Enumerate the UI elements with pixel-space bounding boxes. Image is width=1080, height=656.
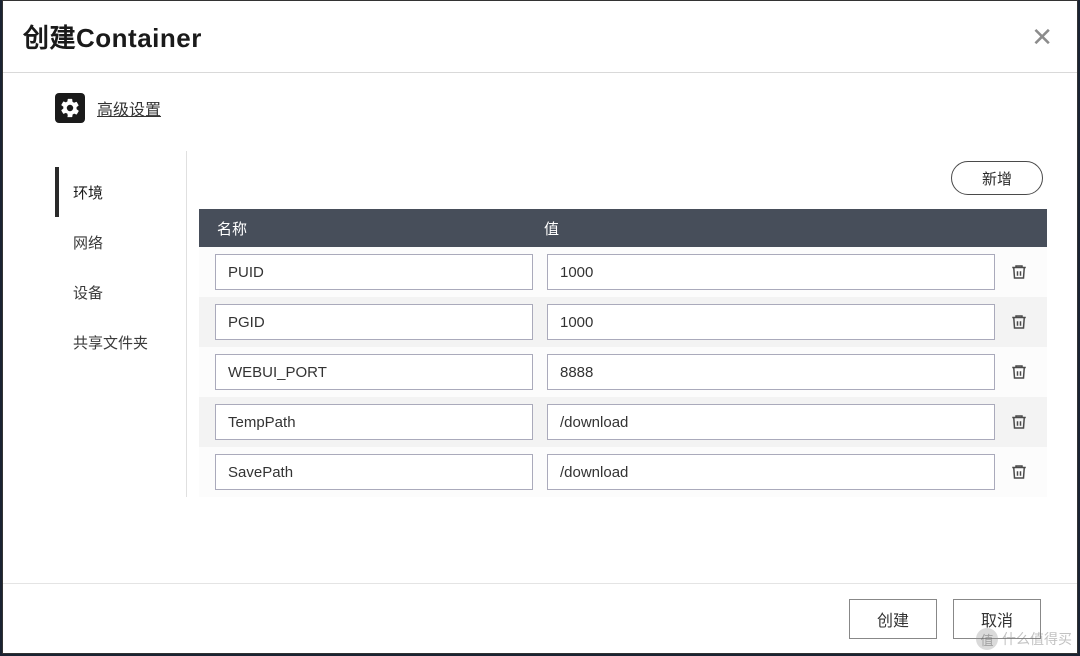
trash-icon[interactable] [995, 412, 1043, 432]
sidebar-item-0[interactable]: 环境 [55, 167, 186, 217]
sidebar-item-1[interactable]: 网络 [55, 217, 186, 267]
dialog-body: 高级设置 环境网络设备共享文件夹 新增 名称 值 [3, 73, 1077, 583]
titlebar: 创建Container ✕ [3, 1, 1077, 73]
table-row [199, 447, 1047, 497]
trash-icon[interactable] [995, 262, 1043, 282]
table-body [199, 247, 1047, 497]
trash-icon[interactable] [995, 362, 1043, 382]
cancel-button[interactable]: 取消 [953, 599, 1041, 639]
env-value-input[interactable] [547, 454, 995, 490]
trash-icon[interactable] [995, 462, 1043, 482]
env-name-input[interactable] [215, 304, 533, 340]
dialog-window: 创建Container ✕ 高级设置 环境网络设备共享文件夹 新增 名称 值 [2, 0, 1078, 654]
env-name-input[interactable] [215, 254, 533, 290]
table-row [199, 297, 1047, 347]
table-row [199, 247, 1047, 297]
trash-icon[interactable] [995, 312, 1043, 332]
content-split: 环境网络设备共享文件夹 新增 名称 值 [55, 151, 1047, 497]
sidebar-item-3[interactable]: 共享文件夹 [55, 317, 186, 367]
table-row [199, 347, 1047, 397]
advanced-settings-row: 高级设置 [55, 93, 1047, 123]
env-name-input[interactable] [215, 454, 533, 490]
header-name: 名称 [199, 218, 534, 239]
env-name-input[interactable] [215, 404, 533, 440]
sidebar: 环境网络设备共享文件夹 [55, 151, 187, 497]
env-value-input[interactable] [547, 404, 995, 440]
create-button[interactable]: 创建 [849, 599, 937, 639]
dialog-footer: 创建 取消 [3, 583, 1077, 653]
gear-icon [55, 93, 85, 123]
toolbar: 新增 [199, 151, 1047, 209]
main-panel: 新增 名称 值 [187, 151, 1047, 497]
header-value: 值 [534, 218, 991, 239]
env-value-input[interactable] [547, 304, 995, 340]
env-value-input[interactable] [547, 254, 995, 290]
dialog-title: 创建Container [23, 18, 202, 55]
sidebar-item-2[interactable]: 设备 [55, 267, 186, 317]
table-row [199, 397, 1047, 447]
advanced-settings-link[interactable]: 高级设置 [97, 96, 161, 120]
close-icon[interactable]: ✕ [1031, 24, 1053, 50]
env-name-input[interactable] [215, 354, 533, 390]
env-value-input[interactable] [547, 354, 995, 390]
table-header: 名称 值 [199, 209, 1047, 247]
add-button[interactable]: 新增 [951, 161, 1043, 195]
